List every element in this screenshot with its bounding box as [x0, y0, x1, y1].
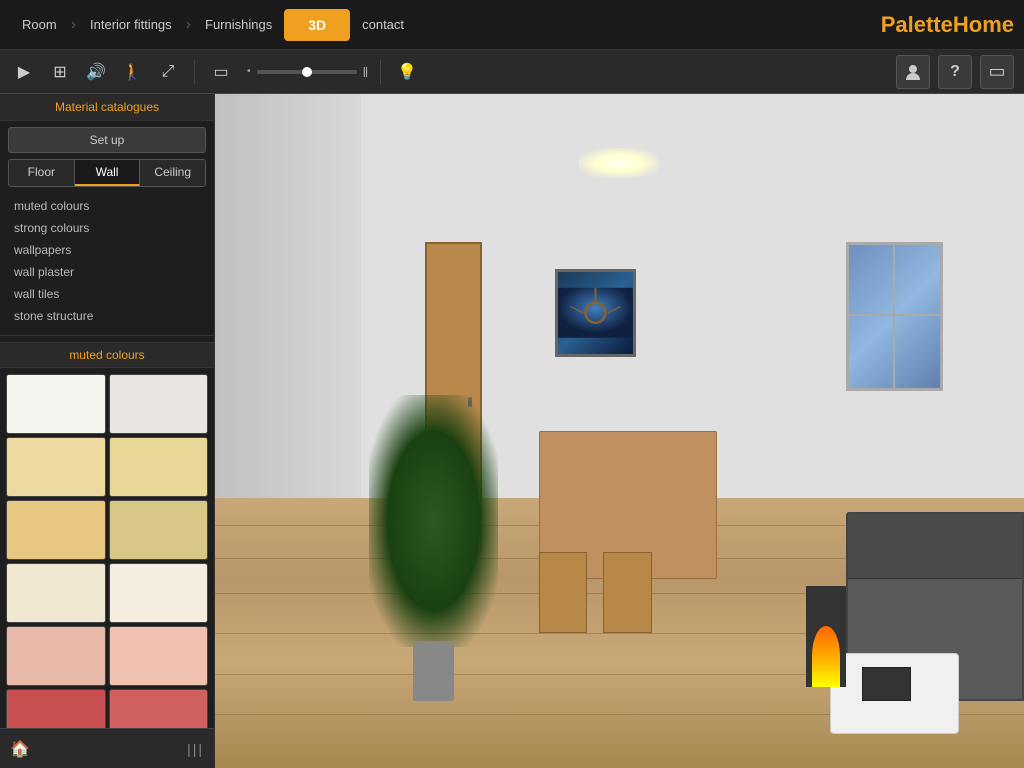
- material-item-stone[interactable]: stone structure: [8, 305, 206, 327]
- fireplace: [806, 586, 846, 687]
- swatch-1[interactable]: [109, 374, 209, 434]
- colour-section-header: muted colours: [0, 342, 214, 368]
- grid-button[interactable]: ⊞: [46, 58, 74, 86]
- swatch-5[interactable]: [109, 500, 209, 560]
- rect-button[interactable]: ▭: [207, 58, 235, 86]
- colour-grid: [0, 368, 214, 728]
- sidebar: Material catalogues Set up Floor Wall Ce…: [0, 94, 215, 768]
- toolbar-separator-2: [380, 60, 381, 84]
- slider-area: • ‖: [247, 64, 368, 80]
- swatch-0[interactable]: [6, 374, 106, 434]
- ceiling-light: [579, 148, 659, 178]
- help-button[interactable]: ?: [938, 55, 972, 89]
- swatch-6[interactable]: [6, 563, 106, 623]
- sidebar-home-icon[interactable]: 🏠: [10, 739, 30, 759]
- nav-interior-fittings[interactable]: Interior fittings: [78, 17, 184, 32]
- 3d-viewport[interactable]: [215, 94, 1024, 768]
- main-toolbar: ▶ ⊞ 🔊 🚶 ⤢ ▭ • ‖ 💡 ? ▭: [0, 50, 1024, 94]
- material-item-wallpapers[interactable]: wallpapers: [8, 239, 206, 261]
- app-logo: PaletteHome: [881, 12, 1014, 38]
- slider-thumb: [302, 67, 312, 77]
- nav-contact[interactable]: contact: [350, 17, 416, 32]
- nav-chevron-1: ›: [71, 16, 76, 34]
- slider-dot: •: [247, 66, 251, 77]
- chair-2: [603, 552, 652, 633]
- sidebar-handle-icon[interactable]: |||: [187, 741, 204, 757]
- swatch-4[interactable]: [6, 500, 106, 560]
- help-icon: ?: [950, 63, 960, 81]
- swatch-9[interactable]: [109, 626, 209, 686]
- chair-1: [539, 552, 588, 633]
- swatch-11[interactable]: [109, 689, 209, 728]
- person-button[interactable]: 🚶: [118, 58, 146, 86]
- room-window: [846, 242, 943, 390]
- swatch-10[interactable]: [6, 689, 106, 728]
- window-icon: ▭: [988, 61, 1005, 82]
- nav-chevron-2: ›: [186, 16, 191, 34]
- toolbar-separator-1: [194, 60, 195, 84]
- light-button[interactable]: 💡: [393, 58, 421, 86]
- play-button[interactable]: ▶: [10, 58, 38, 86]
- material-item-tiles[interactable]: wall tiles: [8, 283, 206, 305]
- nav-furnishings[interactable]: Furnishings: [193, 17, 284, 32]
- wall-picture: [555, 269, 636, 357]
- slider-bar: ‖: [363, 64, 369, 80]
- laptop: [862, 667, 911, 701]
- logo-suffix: Home: [953, 12, 1014, 37]
- plant-pot: [413, 641, 453, 700]
- fire: [812, 626, 840, 687]
- swatch-7[interactable]: [109, 563, 209, 623]
- tab-floor[interactable]: Floor: [9, 160, 75, 186]
- material-item-strong[interactable]: strong colours: [8, 217, 206, 239]
- nav-room[interactable]: Room: [10, 17, 69, 32]
- move-button[interactable]: ⤢: [154, 58, 182, 86]
- room-render: [215, 94, 1024, 768]
- surface-tabs: Floor Wall Ceiling: [8, 159, 206, 187]
- swatch-3[interactable]: [109, 437, 209, 497]
- swatch-2[interactable]: [6, 437, 106, 497]
- user-icon-button[interactable]: [896, 55, 930, 89]
- window-v: [893, 245, 895, 387]
- tab-wall[interactable]: Wall: [75, 160, 141, 186]
- top-navigation: Room › Interior fittings › Furnishings 3…: [0, 0, 1024, 50]
- swatch-8[interactable]: [6, 626, 106, 686]
- plant-leaves: [369, 395, 498, 647]
- setup-button[interactable]: Set up: [8, 127, 206, 153]
- window-button[interactable]: ▭: [980, 55, 1014, 89]
- plant: [393, 404, 474, 701]
- sidebar-divider: [0, 335, 214, 336]
- material-list: muted colours strong colours wallpapers …: [0, 193, 214, 329]
- material-item-plaster[interactable]: wall plaster: [8, 261, 206, 283]
- material-item-muted[interactable]: muted colours: [8, 195, 206, 217]
- sidebar-bottom: 🏠 |||: [0, 728, 214, 768]
- logo-prefix: Palette: [881, 12, 953, 37]
- tab-ceiling[interactable]: Ceiling: [140, 160, 205, 186]
- main-content: Material catalogues Set up Floor Wall Ce…: [0, 94, 1024, 768]
- toolbar-right-icons: ? ▭: [896, 55, 1014, 89]
- sidebar-header: Material catalogues: [0, 94, 214, 121]
- toolbar-slider[interactable]: [257, 70, 357, 74]
- nav-3d[interactable]: 3D: [284, 9, 350, 41]
- sound-button[interactable]: 🔊: [82, 58, 110, 86]
